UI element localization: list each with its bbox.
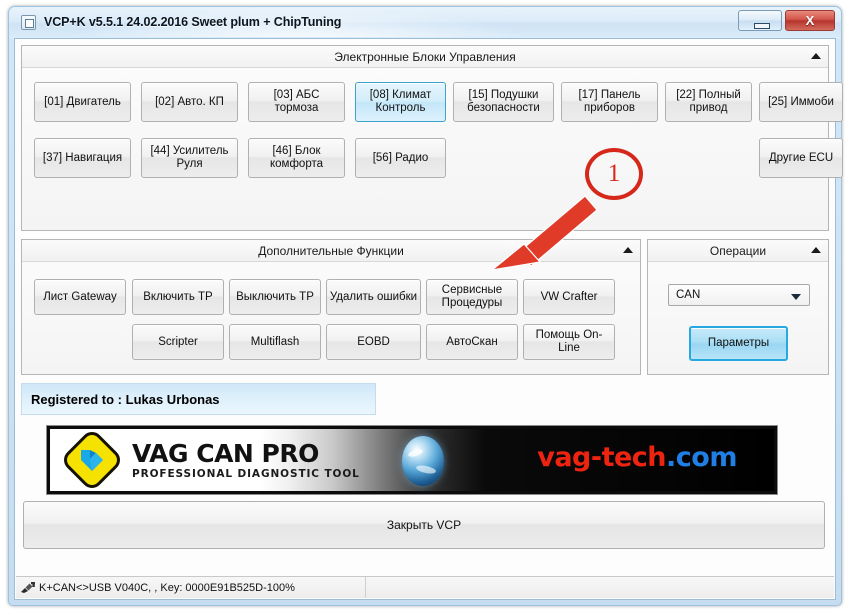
ecu-button-44-power-steering[interactable]: [44] Усилитель Руля: [141, 138, 238, 178]
globe-icon: [402, 436, 444, 486]
extra-button-multiflash[interactable]: Multiflash: [229, 324, 321, 360]
banner-website: vag-tech.com: [537, 442, 737, 473]
extra-button-scripter[interactable]: Scripter: [132, 324, 224, 360]
panel-ecu-modules: Электронные Блоки Управления [01] Двигат…: [21, 45, 843, 231]
title-bar: VCP+K v5.5.1 24.02.2016 Sweet plum + Chi…: [9, 7, 841, 39]
ecu-button-01-engine[interactable]: [01] Двигатель: [34, 82, 131, 122]
extra-button-vw-crafter[interactable]: VW Crafter: [523, 279, 615, 315]
extra-button-enable-tp[interactable]: Включить ТР: [132, 279, 224, 315]
ecu-button-other[interactable]: Другие ECU: [759, 138, 843, 178]
ecu-button-15-airbags[interactable]: [15] Подушки безопасности: [453, 82, 554, 122]
ecu-button-25-immobilizer[interactable]: [25] Иммоби: [759, 82, 843, 122]
vag-arrow-icon: [81, 450, 103, 471]
chevron-down-icon: [791, 294, 801, 300]
panel-operations-header: Операции: [648, 240, 828, 262]
close-vcp-button[interactable]: Закрыть VCP: [23, 501, 825, 549]
close-button[interactable]: X: [785, 10, 835, 31]
globe-cloud-1: [407, 447, 424, 459]
window-icon[interactable]: [21, 15, 36, 30]
panel-extra-header: Дополнительные Функции: [22, 240, 640, 262]
banner-website-tld: .com: [666, 442, 737, 473]
window-title: VCP+K v5.5.1 24.02.2016 Sweet plum + Chi…: [44, 15, 342, 29]
panel-operations: Операции CAN Параметры: [647, 239, 829, 375]
client-area: Электронные Блоки Управления [01] Двигат…: [14, 38, 843, 600]
collapse-up-icon[interactable]: [811, 247, 821, 253]
ecu-button-22-awd[interactable]: [22] Полный привод: [665, 82, 752, 122]
panel-ecu-caption: Электронные Блоки Управления: [334, 50, 516, 64]
panel-operations-caption: Операции: [709, 244, 767, 258]
ecu-button-17-dashboard[interactable]: [17] Панель приборов: [561, 82, 658, 122]
banner-brand-line1: VAG CAN PRO: [132, 439, 319, 468]
extra-button-service-procedures[interactable]: Сервисные Процедуры: [426, 279, 518, 315]
registration-bar: Registered to : Lukas Urbonas: [21, 383, 376, 415]
globe-cloud-2: [415, 463, 437, 476]
application-window: VCP+K v5.5.1 24.02.2016 Sweet plum + Chi…: [8, 6, 843, 606]
parameters-button[interactable]: Параметры: [689, 326, 788, 361]
ecu-button-03-abs[interactable]: [03] АБС тормоза: [248, 82, 345, 122]
registration-text: Registered to : Lukas Urbonas: [31, 391, 220, 407]
extra-button-eobd[interactable]: EOBD: [326, 324, 421, 360]
panel-extra-functions: Дополнительные Функции Лист Gateway Вклю…: [21, 239, 641, 375]
ecu-button-46-comfort[interactable]: [46] Блок комфорта: [248, 138, 345, 178]
extra-button-clear-faults[interactable]: Удалить ошибки: [326, 279, 421, 315]
product-banner: VAG CAN PRO PROFESSIONAL DIAGNOSTIC TOOL…: [46, 425, 778, 495]
ecu-button-37-navigation[interactable]: [37] Навигация: [34, 138, 131, 178]
status-bar-text: K+CAN<>USB V040C, , Key: 0000E91B525D-10…: [39, 581, 295, 594]
status-bar: K+CAN<>USB V040C, , Key: 0000E91B525D-10…: [16, 576, 834, 598]
status-bar-cell-connection: K+CAN<>USB V040C, , Key: 0000E91B525D-10…: [16, 577, 366, 598]
banner-brand-line2: PROFESSIONAL DIAGNOSTIC TOOL: [132, 468, 360, 480]
window-controls: X: [738, 10, 835, 31]
banner-brand: VAG CAN PRO PROFESSIONAL DIAGNOSTIC TOOL: [132, 439, 360, 481]
collapse-up-icon[interactable]: [811, 53, 821, 59]
panel-extra-caption: Дополнительные Функции: [258, 244, 404, 258]
ecu-button-08-climate[interactable]: [08] Климат Контроль: [355, 82, 446, 122]
protocol-select-value: CAN: [676, 289, 701, 301]
protocol-select[interactable]: CAN: [668, 284, 810, 306]
minimize-button[interactable]: [738, 10, 782, 31]
plug-icon: [21, 582, 35, 593]
ecu-button-56-radio[interactable]: [56] Радио: [355, 138, 446, 178]
extra-button-online-help[interactable]: Помощь On-Line: [523, 324, 615, 360]
extra-button-gateway-list[interactable]: Лист Gateway: [34, 279, 126, 315]
collapse-up-icon[interactable]: [623, 247, 633, 253]
extra-button-disable-tp[interactable]: Выключить ТР: [229, 279, 321, 315]
extra-button-autoscan[interactable]: АвтоСкан: [426, 324, 518, 360]
panel-ecu-header: Электронные Блоки Управления: [22, 46, 828, 68]
ecu-button-02-transmission[interactable]: [02] Авто. КП: [141, 82, 238, 122]
banner-website-name: vag-tech: [537, 442, 667, 473]
